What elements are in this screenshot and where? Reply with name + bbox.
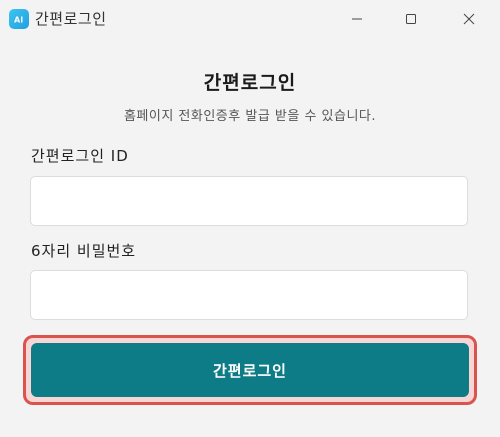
page-subtitle: 홈페이지 전화인증후 발급 받을 수 있습니다. bbox=[123, 109, 377, 124]
title-bar[interactable]: AI 간편로그인 bbox=[0, 0, 500, 37]
login-window: AI 간편로그인 간편로그인 홈페이지 전화인증후 발급 받을 수 있습니다. … bbox=[0, 0, 500, 437]
pin-input[interactable] bbox=[30, 270, 468, 320]
app-logo-icon: AI bbox=[9, 9, 29, 29]
login-id-input[interactable] bbox=[30, 176, 468, 226]
maximize-icon bbox=[406, 13, 416, 24]
close-button[interactable] bbox=[446, 0, 492, 37]
minimize-icon bbox=[352, 18, 362, 19]
page-title: 간편로그인 bbox=[203, 72, 297, 94]
login-button[interactable]: 간편로그인 bbox=[31, 343, 469, 397]
login-id-label: 간편로그인 ID bbox=[31, 147, 129, 165]
pin-label: 6자리 비밀번호 bbox=[31, 242, 137, 260]
login-button-highlight: 간편로그인 bbox=[23, 335, 477, 405]
maximize-button[interactable] bbox=[388, 0, 434, 37]
window-title: 간편로그인 bbox=[35, 10, 107, 28]
minimize-button[interactable] bbox=[334, 0, 380, 37]
close-icon bbox=[463, 13, 475, 24]
app-logo-text: AI bbox=[14, 16, 23, 25]
